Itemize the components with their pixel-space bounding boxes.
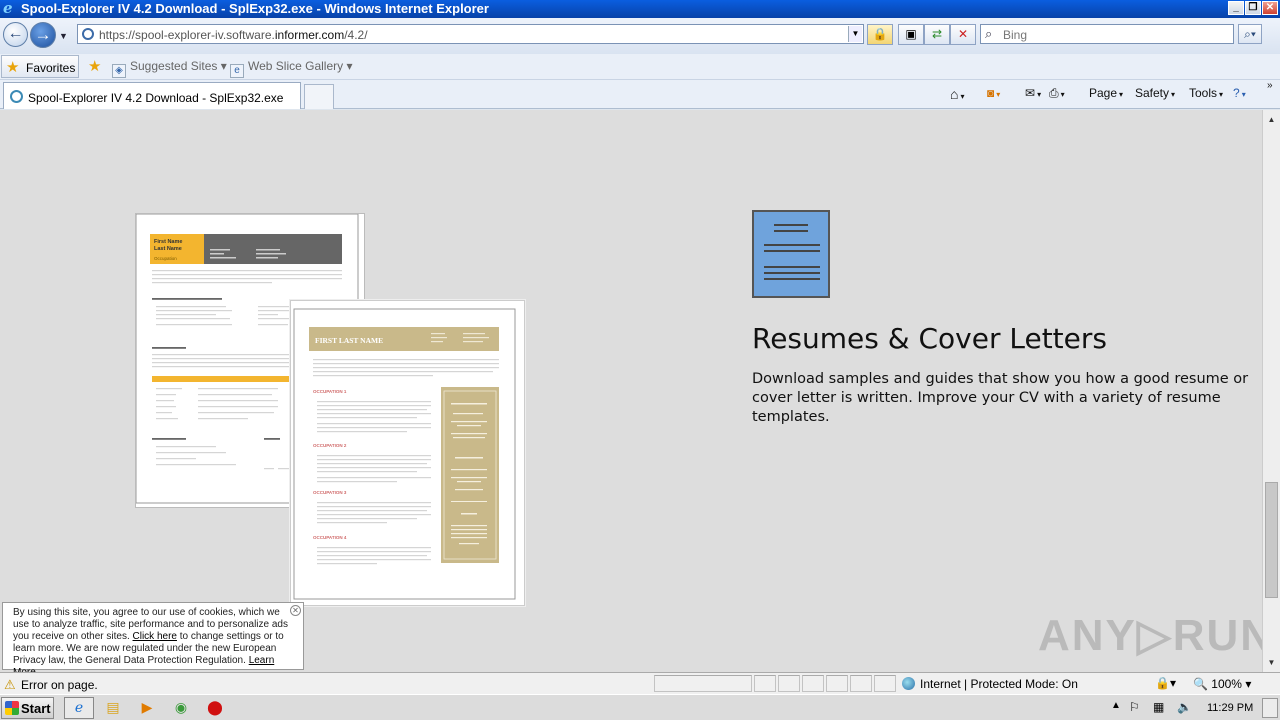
star-icon: ★ bbox=[6, 59, 20, 76]
forward-button[interactable]: → bbox=[30, 22, 56, 48]
resume-2-occupation-2: OCCUPATION 2 bbox=[313, 443, 347, 448]
security-zone[interactable]: Internet | Protected Mode: On bbox=[902, 677, 1078, 691]
folder-taskbar-icon[interactable]: ▤ bbox=[98, 697, 128, 719]
network-icon[interactable]: ▦ bbox=[1153, 700, 1164, 714]
stop-icon[interactable]: ✕ bbox=[950, 24, 976, 45]
globe-icon bbox=[902, 677, 915, 690]
home-icon[interactable]: ⌂ ▾ bbox=[950, 86, 964, 102]
maximize-button[interactable]: ❐ bbox=[1245, 1, 1261, 15]
status-bar: ⚠ Error on page. Internet | Protected Mo… bbox=[0, 672, 1280, 694]
tab-bar: Spool-Explorer IV 4.2 Download - SplExp3… bbox=[0, 80, 1280, 109]
resume-1-occupation: Occupation bbox=[154, 256, 177, 261]
status-segment bbox=[826, 675, 848, 692]
web-slice-icon: e bbox=[230, 64, 244, 78]
resume-2-name: FIRST LAST NAME bbox=[315, 336, 383, 345]
status-segment bbox=[754, 675, 776, 692]
document-icon bbox=[752, 210, 830, 298]
status-message[interactable]: Error on page. bbox=[21, 678, 98, 692]
ie-logo-icon: e bbox=[3, 0, 13, 17]
new-tab-button[interactable] bbox=[304, 84, 334, 109]
favorites-bar: ★ Favorites ★ ◈ Suggested Sites ▾ e Web Sl… bbox=[0, 54, 1280, 80]
cookie-notice: By using this site, you agree to our use… bbox=[2, 602, 304, 672]
compatibility-view-icon[interactable]: ▣ bbox=[898, 24, 924, 45]
show-hidden-icons-icon[interactable]: ▲ bbox=[1111, 700, 1121, 711]
suggested-sites-link[interactable]: ◈ Suggested Sites ▾ bbox=[112, 59, 227, 78]
warning-icon[interactable]: ⚠ bbox=[4, 677, 16, 693]
search-provider-icon: ⌕ bbox=[985, 26, 993, 41]
close-button[interactable]: ✕ bbox=[1262, 1, 1278, 15]
status-segment bbox=[778, 675, 800, 692]
tab-active[interactable]: Spool-Explorer IV 4.2 Download - SplExp3… bbox=[3, 82, 301, 109]
window-title: Spool-Explorer IV 4.2 Download - SplExp3… bbox=[21, 1, 489, 16]
action-center-flag-icon[interactable]: ⚐ bbox=[1129, 700, 1140, 714]
show-desktop-button[interactable] bbox=[1262, 698, 1278, 718]
resume-2-graphic: FIRST LAST NAME OCCUPATION 1 OCCUPATION … bbox=[293, 308, 516, 600]
section-description: Download samples and guides that show yo… bbox=[752, 371, 1249, 425]
zoom-level[interactable]: 🔍 100% ▾ bbox=[1193, 677, 1251, 691]
recent-pages-dropdown-icon[interactable]: ▼ bbox=[59, 31, 68, 41]
add-favorites-icon[interactable]: ★ bbox=[88, 57, 101, 75]
resume-2-occupation-1: OCCUPATION 1 bbox=[313, 389, 347, 394]
resume-2-occupation-3: OCCUPATION 3 bbox=[313, 490, 347, 495]
resume-1-name-2: Last Name bbox=[154, 246, 182, 252]
tools-menu[interactable]: Tools ▾ bbox=[1189, 86, 1223, 100]
start-label: Start bbox=[21, 701, 51, 716]
clock[interactable]: 11:29 PM bbox=[1207, 702, 1253, 714]
address-bar[interactable]: https://spool-explorer-iv.software.infor… bbox=[77, 24, 864, 44]
address-url[interactable]: https://spool-explorer-iv.software.infor… bbox=[99, 28, 368, 42]
taskbar: Start e ▤ ▶ ◉ ⬤ ▲ ⚐ ▦ 🔈 11:29 PM bbox=[0, 694, 1280, 720]
resume-template-thumbnail-2[interactable]: FIRST LAST NAME OCCUPATION 1 OCCUPATION … bbox=[290, 300, 525, 606]
media-player-taskbar-icon[interactable]: ▶ bbox=[132, 697, 162, 719]
navigation-bar: ← → ▼ https://spool-explorer-iv.software… bbox=[0, 18, 1280, 54]
search-button[interactable]: ⌕▾ bbox=[1238, 24, 1262, 44]
scroll-up-icon[interactable]: ▲ bbox=[1264, 112, 1279, 127]
scroll-down-icon[interactable]: ▼ bbox=[1264, 655, 1279, 670]
refresh-icon[interactable]: ⇄ bbox=[924, 24, 950, 45]
address-dropdown-icon[interactable]: ▼ bbox=[848, 26, 862, 42]
vertical-scrollbar[interactable]: ▲ ▼ bbox=[1262, 110, 1280, 672]
resume-2-occupation-4: OCCUPATION 4 bbox=[313, 535, 347, 540]
search-box[interactable]: ⌕ Bing bbox=[980, 24, 1234, 44]
system-tray: ▲ ⚐ ▦ 🔈 bbox=[1107, 696, 1280, 720]
scrollbar-thumb[interactable] bbox=[1265, 482, 1278, 598]
chrome-taskbar-icon[interactable]: ◉ bbox=[166, 697, 196, 719]
page-menu[interactable]: Page ▾ bbox=[1089, 86, 1123, 100]
favorites-label: Favorites bbox=[26, 61, 76, 75]
help-icon[interactable]: ? ▾ bbox=[1233, 86, 1246, 100]
watermark: ANY▷RUN bbox=[1038, 611, 1262, 660]
windows-logo-icon bbox=[5, 701, 19, 715]
title-bar: e Spool-Explorer IV 4.2 Download - SplEx… bbox=[0, 0, 1280, 18]
opera-taskbar-icon[interactable]: ⬤ bbox=[200, 697, 230, 719]
internet-explorer-taskbar-icon[interactable]: e bbox=[64, 697, 94, 719]
feeds-icon[interactable]: ◙ ▾ bbox=[987, 86, 1000, 100]
search-placeholder: Bing bbox=[1003, 28, 1028, 42]
tab-label: Spool-Explorer IV 4.2 Download - SplExp3… bbox=[28, 91, 284, 105]
suggested-sites-icon: ◈ bbox=[112, 64, 126, 78]
status-segment bbox=[654, 675, 752, 692]
safety-menu[interactable]: Safety ▾ bbox=[1135, 86, 1175, 100]
print-icon[interactable]: ⎙ ▾ bbox=[1049, 86, 1065, 101]
volume-icon[interactable]: 🔈 bbox=[1177, 700, 1192, 714]
status-segment bbox=[802, 675, 824, 692]
cookie-settings-link[interactable]: Click here bbox=[133, 631, 177, 642]
web-slice-gallery-link[interactable]: e Web Slice Gallery ▾ bbox=[230, 59, 353, 78]
status-segment bbox=[874, 675, 896, 692]
resume-1-name-1: First Name bbox=[154, 239, 182, 245]
close-cookie-icon[interactable]: ✕ bbox=[290, 605, 301, 616]
back-button[interactable]: ← bbox=[3, 22, 28, 47]
page-icon bbox=[82, 28, 94, 40]
section-title: Resumes & Cover Letters bbox=[752, 322, 1107, 355]
lock-icon[interactable]: 🔒 bbox=[867, 24, 893, 45]
minimize-button[interactable]: _ bbox=[1228, 1, 1244, 15]
tab-page-icon bbox=[10, 90, 23, 103]
start-button[interactable]: Start bbox=[1, 697, 54, 719]
mail-icon[interactable]: ✉ ▾ bbox=[1025, 86, 1041, 100]
status-segment bbox=[850, 675, 872, 692]
chevron-more-icon[interactable]: » bbox=[1267, 80, 1273, 91]
favorites-button[interactable]: ★ Favorites bbox=[1, 55, 79, 78]
protected-mode-icon[interactable]: 🔒▾ bbox=[1155, 676, 1176, 690]
page-content: First Name Last Name Occupation FIRST LA… bbox=[0, 110, 1262, 672]
